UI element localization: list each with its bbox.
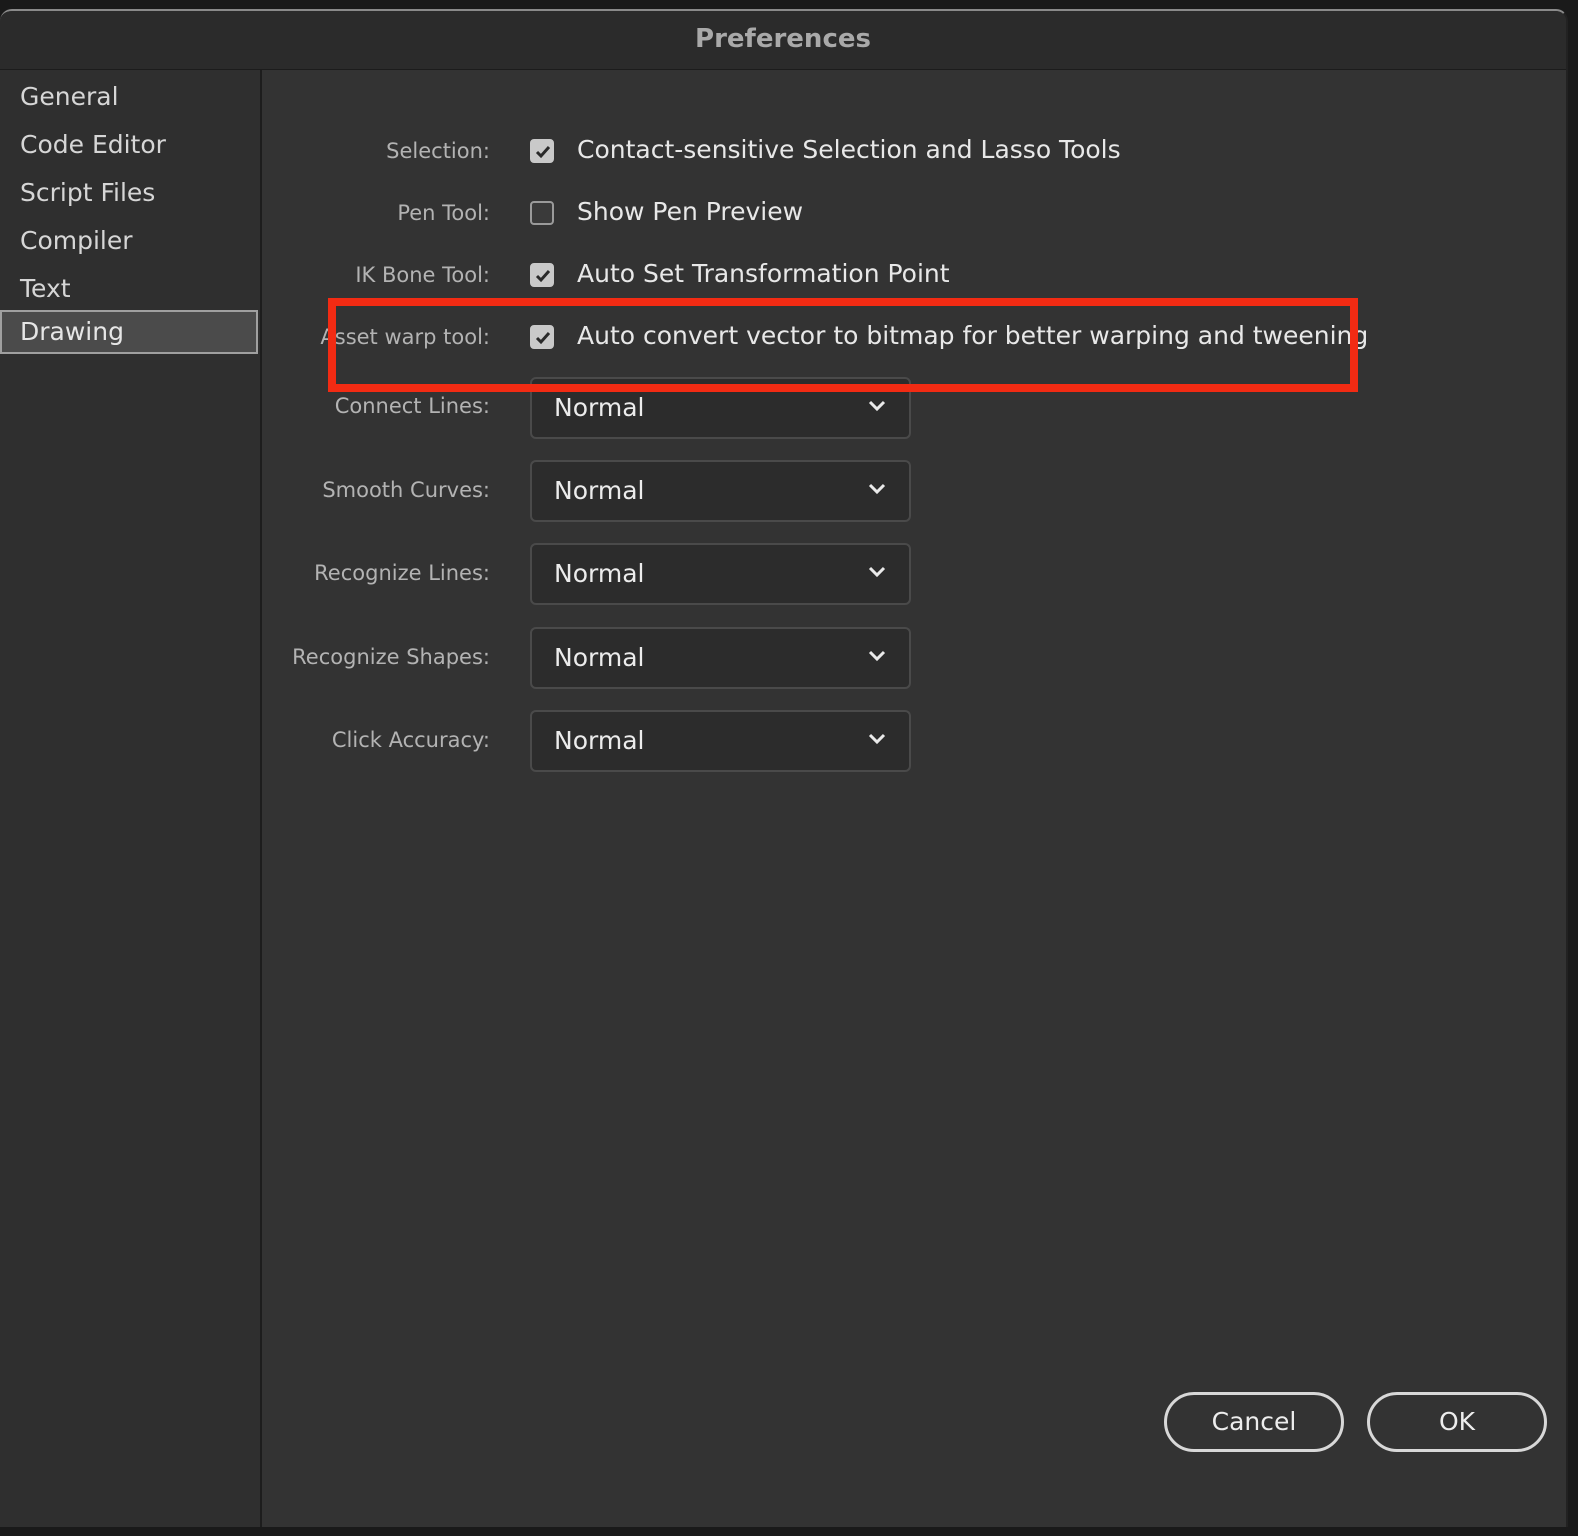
sidebar-item-code-editor[interactable]: Code Editor (0, 123, 258, 167)
chevron-down-icon (868, 650, 886, 662)
click-accuracy-dropdown[interactable]: Normal (530, 710, 911, 772)
connect-lines-dropdown[interactable]: Normal (530, 377, 911, 439)
chevron-down-icon (868, 733, 886, 745)
chevron-down-icon (868, 566, 886, 578)
selection-option-text: Contact-sensitive Selection and Lasso To… (577, 135, 1121, 164)
connect-lines-value: Normal (554, 393, 645, 422)
recognize-shapes-label: Recognize Shapes: (292, 645, 490, 669)
pen-preview-checkbox[interactable] (530, 201, 554, 225)
selection-label: Selection: (386, 139, 490, 163)
chevron-down-icon (868, 483, 886, 495)
sidebar-item-drawing[interactable]: Drawing (0, 310, 258, 354)
chevron-down-icon (868, 400, 886, 412)
sidebar-item-compiler[interactable]: Compiler (0, 219, 258, 263)
recognize-lines-dropdown[interactable]: Normal (530, 543, 911, 605)
ik-bone-tool-label: IK Bone Tool: (355, 263, 490, 287)
click-accuracy-label: Click Accuracy: (331, 728, 490, 752)
cancel-button[interactable]: Cancel (1164, 1392, 1344, 1452)
preferences-dialog: Preferences General Code Editor Script F… (0, 9, 1568, 1527)
connect-lines-label: Connect Lines: (334, 394, 490, 418)
recognize-shapes-value: Normal (554, 643, 645, 672)
click-accuracy-value: Normal (554, 726, 645, 755)
smooth-curves-label: Smooth Curves: (322, 478, 490, 502)
ik-bone-checkbox[interactable] (530, 263, 554, 287)
recognize-lines-label: Recognize Lines: (314, 561, 490, 585)
selection-checkbox[interactable] (530, 139, 554, 163)
asset-warp-option-text: Auto convert vector to bitmap for better… (577, 321, 1369, 350)
smooth-curves-dropdown[interactable]: Normal (530, 460, 911, 522)
sidebar-item-text[interactable]: Text (0, 267, 258, 311)
checkmark-icon (535, 270, 551, 283)
pen-tool-label: Pen Tool: (397, 201, 490, 225)
ik-bone-option-text: Auto Set Transformation Point (577, 259, 950, 288)
sidebar-item-script-files[interactable]: Script Files (0, 171, 258, 215)
sidebar: General Code Editor Script Files Compile… (0, 70, 262, 1527)
recognize-shapes-dropdown[interactable]: Normal (530, 627, 911, 689)
checkmark-icon (535, 146, 551, 159)
pen-preview-option-text: Show Pen Preview (577, 197, 804, 226)
ok-button[interactable]: OK (1367, 1392, 1547, 1452)
dialog-title: Preferences (0, 11, 1566, 70)
checkmark-icon (535, 332, 551, 345)
recognize-lines-value: Normal (554, 559, 645, 588)
asset-warp-tool-label: Asset warp tool: (320, 325, 490, 349)
asset-warp-checkbox[interactable] (530, 325, 554, 349)
sidebar-item-general[interactable]: General (0, 75, 258, 119)
smooth-curves-value: Normal (554, 476, 645, 505)
